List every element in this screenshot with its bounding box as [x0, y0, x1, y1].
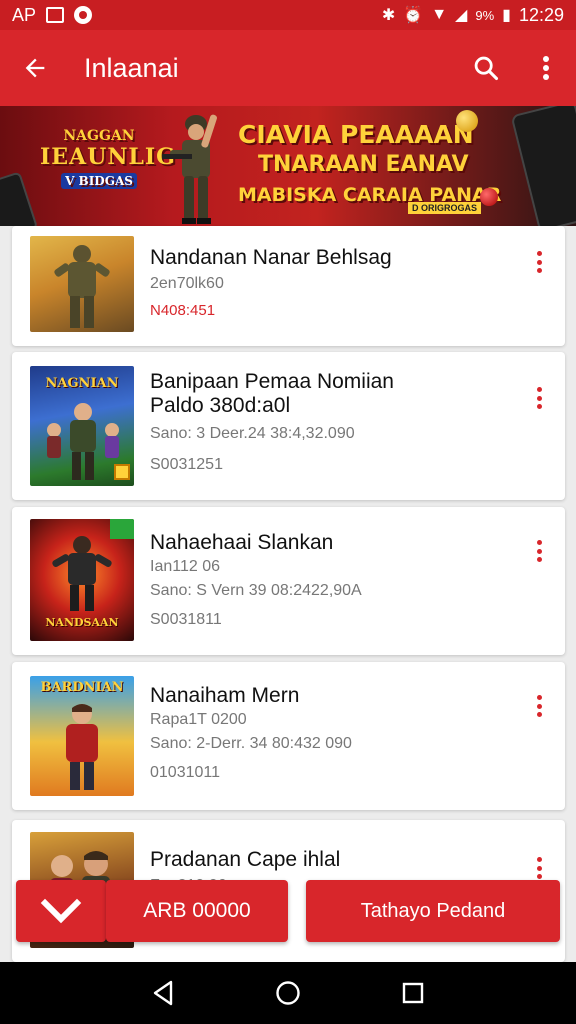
item-more-options-button[interactable]: [531, 384, 547, 412]
item-meta-2: Sano: S Vern 39 08:2422,90A: [150, 582, 362, 599]
item-thumbnail: NAGNIAN: [30, 366, 134, 486]
clock: 12:29: [518, 4, 564, 25]
item-more-options-button[interactable]: [531, 537, 547, 565]
battery-level: 9%: [475, 7, 495, 23]
game-logo: NAGGAN IEAUNLIG V BIDGAS: [40, 128, 176, 189]
item-thumbnail: [30, 236, 134, 332]
item-more-options-button[interactable]: [531, 248, 547, 276]
orb-icon: [480, 188, 498, 206]
item-thumbnail: BARDNIAN: [30, 676, 134, 796]
item-price: N408:451: [150, 302, 216, 319]
more-vert-icon: [543, 56, 549, 80]
more-options-button[interactable]: [516, 30, 576, 106]
chevron-check-icon: [40, 898, 82, 924]
search-button[interactable]: [456, 30, 516, 106]
item-code: 01031011: [150, 764, 220, 781]
banner-headline: CIAVIA PEAAAAN TNARAAN EANAV MABISKA CAR…: [238, 120, 502, 206]
list-item[interactable]: NAGNIAN Banipaan Pemaa Nomiian Paldo 380…: [12, 352, 565, 500]
signal-icon: ◢: [455, 7, 468, 24]
nav-recents-button[interactable]: [383, 962, 443, 1024]
promo-banner[interactable]: NAGGAN IEAUNLIG V BIDGAS CIAVIA PEAAAAN …: [0, 106, 576, 226]
item-subtitle: Paldo 380d:a0l: [150, 394, 291, 417]
coin-icon: [456, 110, 478, 132]
item-name: Nanaiham Mern: [150, 684, 300, 707]
notification-app-icon: [74, 6, 93, 24]
item-meta: Sano: 3 Deer.24 38:4,32.090: [150, 425, 355, 442]
search-icon: [474, 56, 499, 81]
wifi-icon: ▼: [431, 6, 448, 23]
list-item[interactable]: BARDNIAN Nanaiham Mern Rapa1T 0200 Sano:…: [12, 662, 565, 810]
order-button[interactable]: Tathayo Pedand: [306, 880, 560, 942]
phone-illustration: [0, 171, 39, 226]
battery-icon: ▮: [502, 7, 511, 24]
list-item[interactable]: Nandanan Nanar Behlsag 2en70lk60 N408:45…: [12, 226, 565, 346]
nav-home-button[interactable]: [258, 962, 318, 1024]
item-meta: Rapa1T 0200: [150, 711, 247, 728]
alarm-icon: ⏰: [403, 7, 424, 24]
banner-fineprint: D ORIGROGAS: [408, 202, 482, 214]
item-name: Pradanan Cape ihlal: [150, 848, 341, 871]
nav-back-button[interactable]: [133, 962, 193, 1024]
page-title: Inlaanai: [84, 52, 179, 83]
item-name: Banipaan Pemaa Nomiian: [150, 370, 394, 393]
system-nav-bar: [0, 962, 576, 1024]
back-button[interactable]: [0, 30, 70, 106]
item-thumbnail: NANDSAAN: [30, 519, 134, 641]
square-recents-icon: [403, 982, 424, 1004]
select-all-button[interactable]: [16, 880, 106, 942]
notification-image-icon: [46, 7, 65, 23]
item-meta-2: Sano: 2-Derr. 34 80:432 090: [150, 735, 352, 752]
item-code: S0031811: [150, 611, 222, 628]
item-meta: Ian112 06: [150, 558, 220, 575]
circle-home-icon: [276, 981, 300, 1005]
item-meta: 2en70lk60: [150, 275, 224, 292]
triangle-back-icon: [153, 980, 172, 1006]
item-name: Nandanan Nanar Behlsag: [150, 246, 392, 269]
item-more-options-button[interactable]: [531, 692, 547, 720]
item-code: S0031251: [150, 456, 223, 473]
item-more-options-button[interactable]: [531, 854, 547, 882]
soldier-character-image: [162, 114, 217, 224]
bluetooth-icon: ✱: [381, 7, 396, 24]
app-bar: Inlaanai: [0, 30, 576, 106]
list-item[interactable]: NANDSAAN Nahaehaai Slankan Ian112 06 San…: [12, 507, 565, 655]
carrier-label: AP: [12, 4, 37, 25]
item-name: Nahaehaai Slankan: [150, 531, 334, 554]
amount-button[interactable]: ARB 00000: [106, 880, 288, 942]
phone-illustration: [510, 106, 576, 226]
back-arrow-icon: [25, 58, 45, 78]
status-bar: AP ✱ ⏰ ▼ ◢ 9% ▮ 12:29: [0, 0, 576, 30]
